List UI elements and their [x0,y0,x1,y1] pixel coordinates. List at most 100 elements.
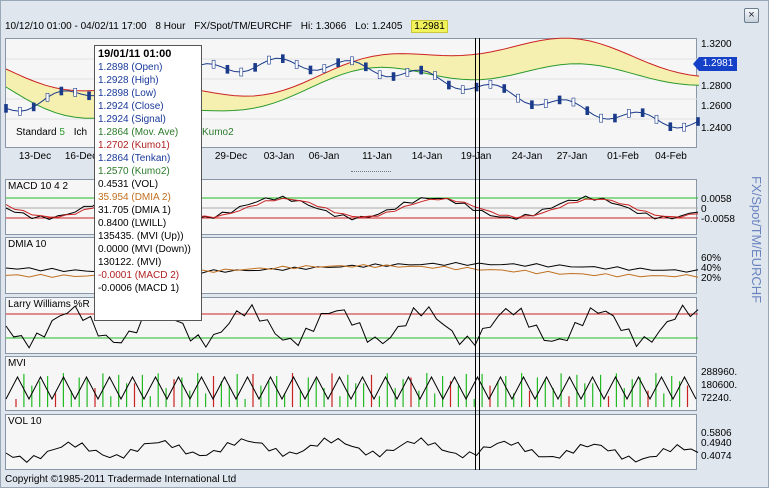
candle [543,99,548,108]
legend-standard-val: 5 [59,127,65,138]
indicator-tick-label: 0.4940 [701,438,732,449]
x-tick-label: 11-Jan [362,151,392,162]
period-label: 8 Hour [155,21,186,32]
tooltip-row: 0.0000 (MVI (Down)) [98,244,191,255]
tooltip-row: 135435. (MVI (Up)) [98,231,184,242]
indicator-tick-label: 0.4074 [701,451,732,462]
candle [45,93,50,102]
candle [391,72,396,81]
tooltip-row: 1.2898 (Low) [98,88,157,99]
lw-title: Larry Williams %R [8,299,90,310]
vertical-symbol-title: FX/Spot/TM/EURCHF [749,176,764,304]
low-label: Lo: 1.2405 [355,21,403,32]
x-tick-label: 27-Jan [556,151,588,162]
candle [322,64,327,73]
candle [377,70,382,80]
chart-header: 10/12/10 01:00 - 04/02/11 17:00 8 Hour F… [5,20,454,37]
mvi-panel[interactable]: MVI [5,356,697,411]
candle [502,84,507,93]
close-icon[interactable]: × [744,8,759,23]
tooltip-row: 130122. (MVI) [98,257,162,268]
tooltip-row: 35.954 (DMIA 2) [98,192,171,203]
candle [336,58,340,67]
legend-standard: Standard [16,127,57,138]
tooltip-row: 1.2864 (Tenkan) [98,153,171,164]
candle [626,109,631,118]
legend-kumo2: Kumo2 [202,127,234,138]
panel-splitter[interactable] [351,171,391,176]
indicator-tick-label: 288960. [701,367,738,378]
vol-panel[interactable]: VOL 10 [5,414,699,470]
tooltip-row: 1.2924 (Close) [98,101,164,112]
mvi-chart [5,373,697,407]
candle [294,60,299,69]
macd-title: MACD 10 4 2 [8,181,69,192]
candle [585,106,590,115]
candle [253,63,257,72]
main-legend: Standard 5 Ich [16,127,87,138]
candle [225,65,230,74]
candle [364,62,368,72]
tooltip-row: 31.705 (DMIA 1) [98,205,171,216]
x-tick-label: 19-Jan [460,151,492,162]
candle [557,95,562,105]
tooltip-date: 19/01/11 01:00 [98,48,172,60]
x-tick-label: 29-Dec [214,151,248,162]
candle [433,71,437,80]
candle [239,67,244,77]
tooltip-row: -0.0006 (MACD 1) [98,283,180,294]
candle [308,65,313,75]
candle [696,117,700,126]
legend-ich: Ich [73,127,88,138]
candle [87,91,91,101]
tooltip-row: 1.2898 (Open) [98,62,163,73]
x-tick-label: 06-Jan [308,151,340,162]
tooltip-row: 1.2864 (Mov. Ave) [98,127,179,138]
last-price-badge: 1.2981 [411,20,448,33]
x-tick-label: 24-Jan [511,151,543,162]
candle [405,67,410,77]
symbol-label: FX/Spot/TM/EURCHF [194,21,292,32]
candle [460,85,465,94]
candle [350,56,354,66]
candle [59,86,64,96]
candle [530,100,534,110]
copyright-text: Copyright ©1985-2011 Tradermade Internat… [5,474,237,485]
tooltip-row: 1.2928 (High) [98,75,159,86]
candle [447,80,451,90]
y-tick-label: 1.3200 [701,39,732,50]
candle [571,97,576,107]
candle [31,102,36,112]
x-tick-label: 13-Dec [18,151,52,162]
dmi-title: DMIA 10 [8,239,47,250]
tooltip-row: 1.2702 (Kumo1) [98,140,170,151]
candle [419,65,424,75]
indicator-tick-label: -0.0058 [701,214,735,225]
candle [267,55,271,65]
tooltip-rows: 1.2898 (Open) 1.2928 (High) 1.2898 (Low) 1.… [98,61,198,295]
candle [18,106,22,116]
x-tick-label: 01-Feb [607,151,639,162]
x-tick-label: 03-Jan [263,151,295,162]
indicator-tick-label: 72240. [701,393,732,404]
y-tick-label: 1.2400 [701,123,732,134]
data-tooltip: 19/01/11 01:00 1.2898 (Open) 1.2928 (High… [94,45,202,321]
x-tick-label: 16-Dec [64,151,98,162]
candle [668,122,673,131]
high-label: Hi: 1.3066 [300,21,347,32]
candle [654,114,659,124]
tooltip-row: 1.2924 (Signal) [98,114,166,125]
candle [280,54,285,63]
indicator-tick-label: 20% [701,273,722,284]
candle [516,93,520,103]
mvi-title: MVI [8,358,26,369]
chart-window: 10/12/10 01:00 - 04/02/11 17:00 8 Hour F… [0,0,769,488]
x-tick-label: 04-Feb [655,151,687,162]
candle [211,59,216,69]
tooltip-row: 1.2570 (Kumo2) [98,166,170,177]
candle [613,113,617,123]
vol-line [5,437,699,463]
candle [488,79,493,89]
vol-title: VOL 10 [8,416,42,427]
crosshair-line-2 [479,38,480,470]
